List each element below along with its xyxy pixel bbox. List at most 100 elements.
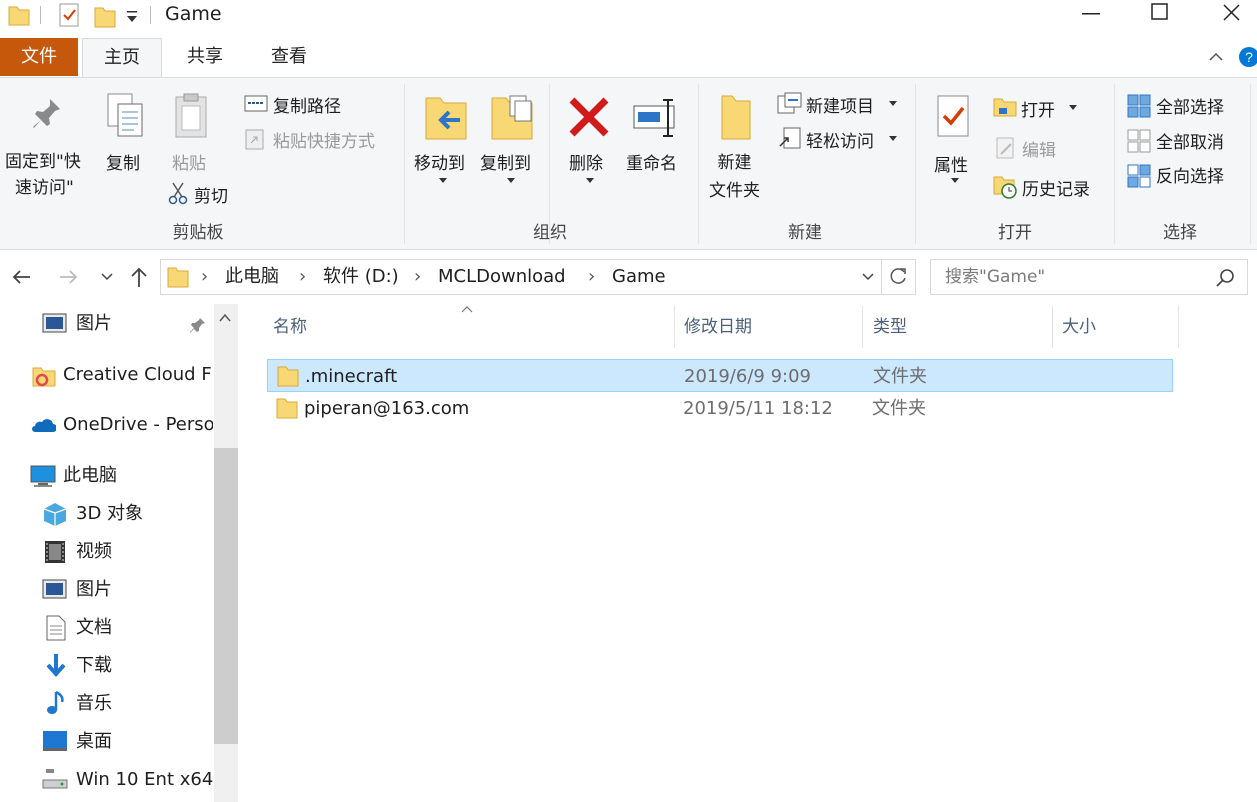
nav-item-downloads[interactable]: 下载 xyxy=(76,651,112,681)
search-placeholder[interactable]: 搜索"Game" xyxy=(945,260,1045,294)
copy-button[interactable]: 复制 xyxy=(106,149,140,174)
new-item-button[interactable]: 新建项目 xyxy=(806,92,874,117)
minimize-button[interactable] xyxy=(1068,0,1114,30)
breadcrumb-separator[interactable]: › xyxy=(414,260,421,294)
copy-to-button[interactable]: 复制到 xyxy=(480,149,531,174)
tab-home[interactable]: 主页 xyxy=(82,38,162,78)
cut-button[interactable]: 剪切 xyxy=(194,182,228,207)
ribbon: 固定到"快 速访问" 复制 粘贴 复制路径 粘贴快捷方式 剪切 剪贴板 移动到 … xyxy=(0,77,1257,250)
easy-access-button[interactable]: 轻松访问 xyxy=(806,127,874,152)
scroll-up-icon[interactable] xyxy=(218,312,232,324)
copy-to-dropdown-icon[interactable] xyxy=(506,176,516,184)
search-icon[interactable] xyxy=(1215,268,1235,288)
select-none-icon xyxy=(1127,129,1151,153)
tab-file[interactable]: 文件 xyxy=(0,38,78,76)
history-button[interactable]: 历史记录 xyxy=(1022,175,1090,200)
tab-share[interactable]: 共享 xyxy=(168,38,242,76)
collapse-ribbon-icon[interactable] xyxy=(1207,48,1225,66)
back-button[interactable] xyxy=(10,266,34,288)
column-separator[interactable] xyxy=(862,306,863,348)
nav-item-pictures[interactable]: 图片 xyxy=(76,575,112,605)
invert-selection-button[interactable]: 反向选择 xyxy=(1156,162,1224,187)
nav-item-onedrive[interactable]: OneDrive - Perso xyxy=(63,410,213,440)
nav-item-creative-cloud[interactable]: Creative Cloud F xyxy=(63,360,213,390)
customize-qat-icon[interactable] xyxy=(125,6,139,26)
maximize-button[interactable] xyxy=(1136,0,1182,30)
pin-quick-access-button[interactable]: 固定到"快 速访问" xyxy=(5,149,81,201)
new-item-icon xyxy=(777,92,803,114)
new-folder-qat-icon[interactable] xyxy=(94,4,116,28)
breadcrumb-drive[interactable]: 软件 (D:) xyxy=(323,260,399,294)
desktop-icon xyxy=(42,730,68,752)
new-group-label: 新建 xyxy=(788,223,822,243)
column-header-name[interactable]: 名称 xyxy=(273,314,307,340)
properties-qat-icon[interactable] xyxy=(58,3,80,27)
select-all-button[interactable]: 全部选择 xyxy=(1156,93,1224,118)
tab-view[interactable]: 查看 xyxy=(250,38,328,76)
ribbon-tabs: 文件 主页 共享 查看 ? xyxy=(0,38,1257,78)
cube-3d-icon xyxy=(42,501,68,527)
column-separator[interactable] xyxy=(1178,306,1179,348)
nav-scrollbar-thumb[interactable] xyxy=(214,448,238,744)
nav-item-this-pc[interactable]: 此电脑 xyxy=(63,461,117,491)
new-item-dropdown-icon[interactable] xyxy=(888,99,898,107)
nav-item-music[interactable]: 音乐 xyxy=(76,689,112,719)
easy-access-icon xyxy=(778,126,802,150)
column-header-size[interactable]: 大小 xyxy=(1062,314,1096,340)
table-row[interactable]: .minecraft 2019/6/9 9:09 文件夹 xyxy=(267,359,1173,392)
pin-label-line2: 速访问" xyxy=(15,178,74,198)
history-icon xyxy=(993,174,1019,200)
folder-icon xyxy=(277,364,299,388)
search-box[interactable]: 搜索"Game" xyxy=(930,259,1248,295)
properties-dropdown-icon[interactable] xyxy=(950,176,960,184)
breadcrumb-this-pc[interactable]: 此电脑 xyxy=(225,260,279,294)
recent-locations-button[interactable] xyxy=(100,270,114,284)
move-to-dropdown-icon[interactable] xyxy=(438,176,448,184)
new-folder-button[interactable]: 新建 文件夹 xyxy=(709,149,760,205)
up-button[interactable] xyxy=(128,265,150,289)
nav-item-desktop[interactable]: 桌面 xyxy=(76,727,112,757)
move-to-icon xyxy=(424,92,470,142)
easy-access-dropdown-icon[interactable] xyxy=(888,134,898,142)
breadcrumb-mcldownload[interactable]: MCLDownload xyxy=(438,260,566,294)
edit-button[interactable]: 编辑 xyxy=(1022,136,1056,161)
column-separator[interactable] xyxy=(1052,306,1053,348)
copy-path-icon xyxy=(244,95,268,113)
open-icon xyxy=(993,96,1017,118)
address-bar[interactable]: › 此电脑 › 软件 (D:) › MCLDownload › Game xyxy=(160,259,882,295)
column-header-type[interactable]: 类型 xyxy=(873,314,907,340)
open-button[interactable]: 打开 xyxy=(1021,96,1055,121)
help-icon[interactable]: ? xyxy=(1238,46,1257,68)
refresh-button[interactable] xyxy=(882,259,916,295)
address-dropdown-icon[interactable] xyxy=(861,270,875,284)
breadcrumb-game[interactable]: Game xyxy=(612,260,666,294)
table-row[interactable]: piperan@163.com 2019/5/11 18:12 文件夹 xyxy=(267,392,1173,425)
delete-button[interactable]: 删除 xyxy=(569,149,603,174)
nav-item-3d-objects[interactable]: 3D 对象 xyxy=(76,499,143,529)
nav-item-pictures-pinned[interactable]: 图片 xyxy=(76,309,112,339)
copy-path-button[interactable]: 复制路径 xyxy=(273,92,341,117)
close-button[interactable] xyxy=(1208,0,1254,30)
group-separator xyxy=(1250,84,1251,244)
properties-button[interactable]: 属性 xyxy=(934,151,968,176)
breadcrumb-separator[interactable]: › xyxy=(299,260,306,294)
nav-item-documents[interactable]: 文档 xyxy=(76,613,112,643)
breadcrumb-separator[interactable]: › xyxy=(201,260,208,294)
properties-icon xyxy=(936,94,972,140)
select-group-label: 选择 xyxy=(1163,223,1197,243)
rename-button[interactable]: 重命名 xyxy=(626,149,677,174)
nav-item-drive[interactable]: Win 10 Ent x64 xyxy=(76,765,213,795)
paste-shortcut-button[interactable]: 粘贴快捷方式 xyxy=(273,127,375,152)
column-header-date[interactable]: 修改日期 xyxy=(684,314,752,340)
breadcrumb-separator[interactable]: › xyxy=(588,260,595,294)
delete-dropdown-icon[interactable] xyxy=(585,176,595,184)
move-to-button[interactable]: 移动到 xyxy=(414,149,465,174)
forward-button[interactable] xyxy=(56,266,80,288)
rename-icon xyxy=(632,96,680,140)
column-separator[interactable] xyxy=(674,306,675,348)
sort-indicator-icon xyxy=(460,304,474,314)
open-dropdown-icon[interactable] xyxy=(1068,103,1078,111)
nav-item-videos[interactable]: 视频 xyxy=(76,537,112,567)
paste-button[interactable]: 粘贴 xyxy=(172,149,206,174)
select-none-button[interactable]: 全部取消 xyxy=(1156,128,1224,153)
